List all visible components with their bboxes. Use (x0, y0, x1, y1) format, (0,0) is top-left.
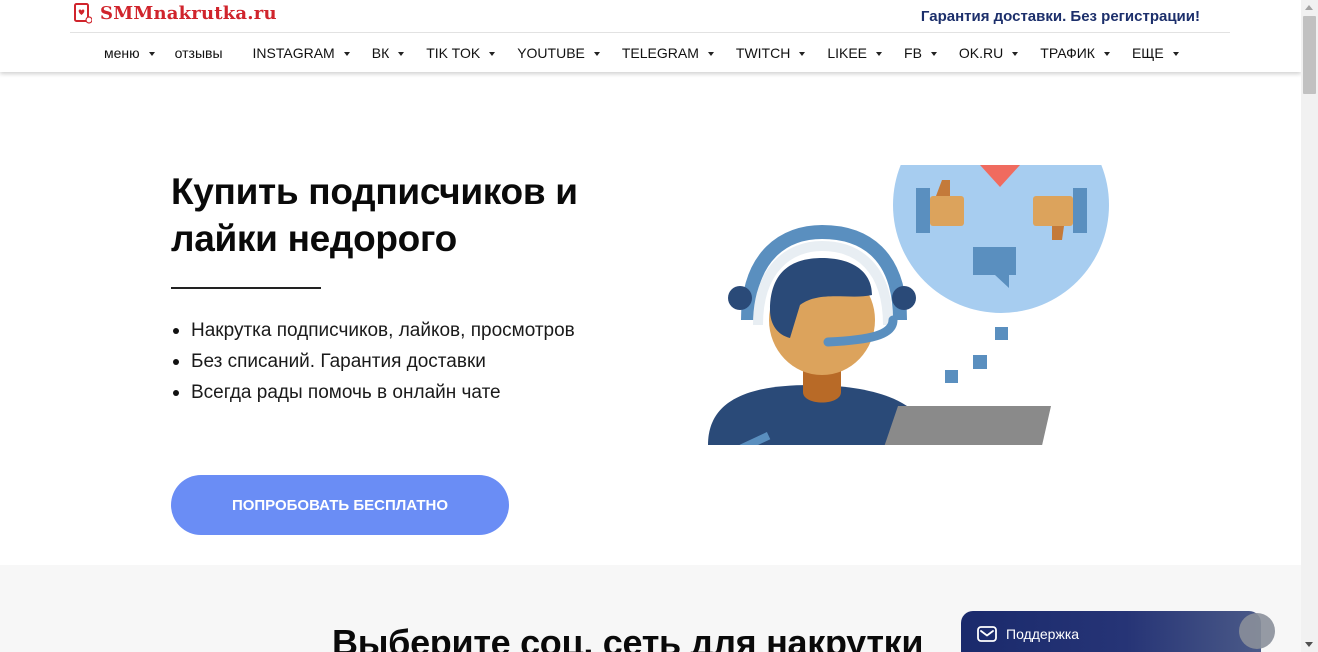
nav-item-label: ТРАФИК (1040, 45, 1095, 61)
main-nav: меню отзывы INSTAGRAM ВК TIK TOK YOUTUBE… (104, 36, 1179, 70)
scroll-down-arrow-icon[interactable] (1305, 642, 1313, 647)
list-item: Без списаний. Гарантия доставки (171, 346, 575, 377)
caret-down-icon (707, 52, 714, 56)
nav-item-menu[interactable]: меню (104, 45, 155, 61)
nav-item-vk[interactable]: ВК (372, 45, 405, 61)
header-top-bar: SMMnakrutka.ru Гарантия доставки. Без ре… (70, 0, 1230, 33)
caret-down-icon (1103, 52, 1110, 56)
nav-item-okru[interactable]: OK.RU (958, 45, 1019, 61)
mail-icon (977, 625, 997, 642)
nav-item-instagram[interactable]: INSTAGRAM (253, 45, 350, 61)
caret-down-icon (1172, 52, 1179, 56)
hero-benefits-list: Накрутка подписчиков, лайков, просмотров… (171, 315, 575, 408)
caret-down-icon (876, 52, 883, 56)
nav-item-youtube[interactable]: YOUTUBE (517, 45, 600, 61)
nav-item-traffic[interactable]: ТРАФИК (1040, 45, 1110, 61)
scroll-thumb[interactable] (1303, 16, 1316, 94)
logo-text: SMMnakrutka.ru (100, 2, 277, 24)
nav-item-label: ЕЩЕ (1131, 45, 1164, 61)
nav-item-label: FB (904, 45, 922, 61)
support-chat-widget[interactable]: Поддержка (961, 611, 1275, 652)
try-free-button[interactable]: ПОПРОБОВАТЬ БЕСПЛАТНО (171, 475, 509, 535)
caret-down-icon (799, 52, 806, 56)
nav-item-twitch[interactable]: TWITCH (735, 45, 806, 61)
caret-down-icon (593, 52, 600, 56)
hero-divider (171, 287, 321, 289)
support-label: Поддержка (1006, 625, 1080, 642)
caret-down-icon (930, 52, 937, 56)
list-item: Всегда рады помочь в онлайн чате (171, 377, 575, 408)
nav-item-likee[interactable]: LIKEE (827, 45, 883, 61)
page-scrollbar[interactable] (1301, 0, 1318, 652)
site-header: SMMnakrutka.ru Гарантия доставки. Без ре… (0, 0, 1301, 72)
nav-item-tiktok[interactable]: TIK TOK (426, 45, 496, 61)
nav-item-telegram[interactable]: TELEGRAM (622, 45, 714, 61)
nav-item-label: отзывы (174, 45, 223, 61)
nav-item-more[interactable]: ЕЩЕ (1132, 45, 1179, 61)
scroll-up-arrow-icon[interactable] (1305, 5, 1313, 10)
nav-item-label: TIK TOK (426, 45, 481, 61)
heart-card-icon (74, 2, 93, 24)
nav-item-fb[interactable]: FB (904, 45, 937, 61)
nav-item-label: YOUTUBE (517, 45, 585, 61)
nav-item-label: меню (104, 45, 140, 61)
caret-down-icon (343, 52, 350, 56)
caret-down-icon (489, 52, 496, 56)
list-item: Накрутка подписчиков, лайков, просмотров (171, 315, 575, 346)
hero-title: Купить подписчиков и лайки недорого (171, 171, 578, 259)
section-title: Выберите соц. сеть для накрутки (332, 622, 924, 652)
support-operator-illustration (700, 160, 1120, 450)
nav-item-label: INSTAGRAM (252, 45, 335, 61)
nav-item-label: TELEGRAM (621, 45, 699, 61)
nav-item-label: TWITCH (735, 45, 791, 61)
caret-down-icon (398, 52, 405, 56)
page: SMMnakrutka.ru Гарантия доставки. Без ре… (0, 0, 1318, 652)
caret-down-icon (1012, 52, 1019, 56)
header-tagline: Гарантия доставки. Без регистрации! (920, 8, 1200, 25)
nav-item-label: ВК (371, 45, 390, 61)
nav-item-label: OK.RU (958, 45, 1004, 61)
nav-item-label: LIKEE (827, 45, 868, 61)
nav-item-reviews[interactable]: отзывы (175, 45, 223, 61)
support-avatar (1239, 613, 1275, 649)
site-logo[interactable]: SMMnakrutka.ru (74, 2, 277, 24)
caret-down-icon (148, 52, 155, 56)
